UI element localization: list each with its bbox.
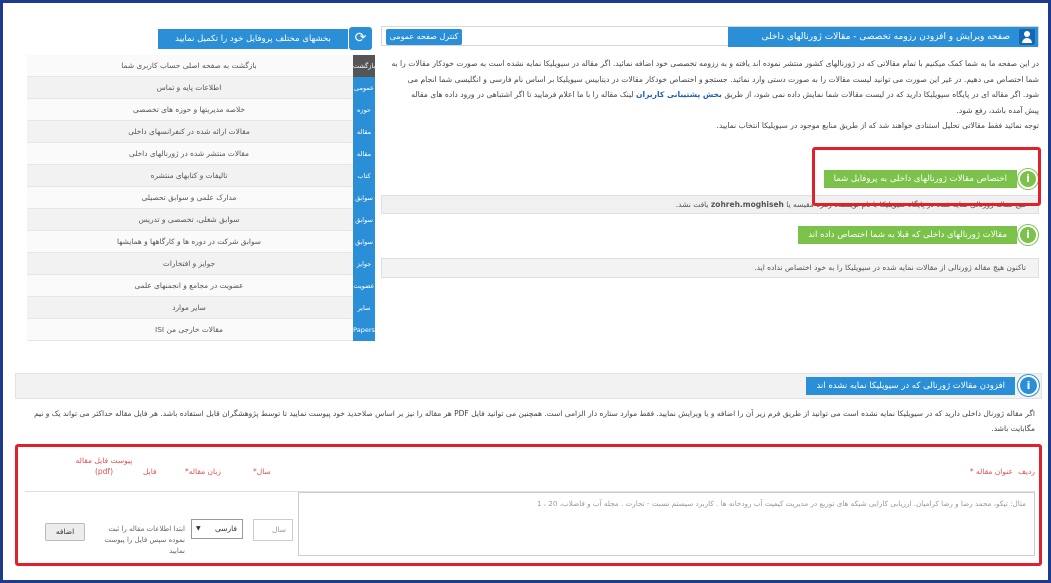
support-link[interactable]: بخش پشتیبانی کاربران (636, 90, 722, 99)
previous-section-header: i مقالات ژورنالهای داخلی که قبلا به شما … (381, 224, 1039, 246)
previous-section-label: مقالات ژورنالهای داخلی که قبلا به شما اخ… (798, 226, 1017, 244)
sidebar-item-expertise[interactable]: حوزه خلاصه مدیریتها و حوزه های تخصصی (27, 99, 375, 121)
intro-line: توجه نمائید فقط مقالاتی تحلیل استنادی خو… (716, 121, 1039, 130)
sidebar-header: بخشهای مختلف پروفایل خود را تکمیل نمایید… (16, 26, 372, 52)
sidebar-item-other[interactable]: سایر سایر موارد (27, 297, 375, 319)
language-select[interactable]: فارسی ▼ (191, 519, 243, 539)
upload-note: ابتدا اطلاعات مقاله را ثبت نموده سپس فای… (104, 525, 185, 555)
col-row-label: ردیف (1018, 467, 1035, 476)
col-file-label: فایل (143, 467, 157, 476)
add-button[interactable]: اضافه (45, 523, 85, 541)
sidebar-title: بخشهای مختلف پروفایل خود را تکمیل نمایید (158, 29, 348, 49)
assigned-message: هیچ مقاله ژورنالی نمایه شده در پایگاه سی… (381, 195, 1039, 214)
add-articles-label: افزودن مقالات ژورنالی که در سیویلیکا نما… (806, 377, 1015, 395)
col-lang-label: زبان مقاله* (185, 467, 221, 476)
sidebar-item-general[interactable]: عمومی اطلاعات پایه و تماس (27, 77, 375, 99)
sidebar-item-label: سوابق شرکت در دوره ها و کارگاهها و همایش… (117, 237, 261, 246)
add-articles-header: i افزودن مقالات ژورنالی که در سیویلیکا ن… (15, 373, 1042, 399)
assigned-message-suffix: یافت نشد. (675, 200, 709, 209)
intro-line: شما اختصاص می دهیم. در غیر این صورت می ت… (407, 74, 1039, 84)
sidebar-item-label: خلاصه مدیریتها و حوزه های تخصصی (132, 105, 246, 114)
required-asterisk: * (969, 467, 974, 476)
sidebar-item-label: تالیفات و کتابهای منتشره (150, 171, 228, 180)
intro-text: در این صفحه ما به شما کمک میکنیم با تمام… (383, 56, 1039, 134)
sidebar-item-tag: مقاله (353, 143, 375, 165)
sidebar-item-work-history[interactable]: سوابق سوابق شغلی، تخصصی و تدریس (27, 209, 375, 231)
sidebar-item-label: اطلاعات پایه و تماس (156, 83, 222, 92)
intro-line-tail: لینک مقاله را با ما اعلام فرمایید تا اگر… (411, 90, 634, 99)
sidebar-item-label: سایر موارد (172, 303, 206, 312)
sidebar-item-tag: کتاب (353, 165, 375, 187)
sidebar-item-tag: حوزه (353, 99, 375, 121)
sidebar-item-label: مقالات ارائه شده در کنفرانسهای داخلی (128, 127, 250, 136)
info-icon: i (1018, 375, 1039, 396)
sidebar-item-tag: جوایز (353, 253, 375, 275)
sidebar-item-tag: Papers (353, 319, 375, 341)
col-title-label: عنوان مقاله * (970, 467, 1013, 476)
intro-line: شود. اگر مقاله ای در پایگاه سیویلیکا دار… (383, 87, 1039, 103)
col-year-label: سال* (253, 467, 271, 476)
sidebar-item-label: مقالات خارجی من ISI (155, 325, 223, 334)
year-input[interactable]: سال (253, 519, 293, 541)
sidebar-item-label: جوایز و افتخارات (162, 259, 216, 268)
sidebar-item-tag: سوابق (353, 187, 375, 209)
col-year-text: سال (256, 467, 271, 476)
intro-line-start: شود. اگر مقاله ای در پایگاه سیویلیکا دار… (724, 90, 1039, 99)
sidebar-item-journal-papers[interactable]: مقاله مقالات منتشر شده در ژورنالهای داخلی (27, 143, 375, 165)
col-title-text: عنوان مقاله (976, 467, 1013, 476)
user-icon (1019, 29, 1035, 45)
sidebar-item-tag: عضویت (353, 275, 375, 297)
sidebar-item-label: مقالات منتشر شده در ژورنالهای داخلی (129, 149, 249, 158)
sidebar-item-tag: عمومی (353, 77, 375, 99)
sidebar-item-label: سوابق شغلی، تخصصی و تدریس (138, 215, 240, 224)
form-input-row: مثال: تیکو، محمد رضا و رضا کرامیان. ارزی… (25, 491, 1035, 556)
language-select-value: فارسی (214, 524, 237, 533)
sidebar-item-workshops[interactable]: سوابق سوابق شرکت در دوره ها و کارگاهها و … (27, 231, 375, 253)
assigned-section-header: i اختصاص مقالات ژورنالهای داخلی به پروفا… (381, 168, 1039, 190)
sidebar-item-label: بازگشت به صفحه اصلی حساب کاربری شما (121, 61, 257, 70)
refresh-icon: ⟳ (349, 27, 372, 50)
sidebar-item-tag: سوابق (353, 209, 375, 231)
page-frame: صفحه ویرایش و افزودن رزومه تخصصی - مقالا… (0, 0, 1051, 583)
sidebar-item-conference-papers[interactable]: مقاله مقالات ارائه شده در کنفرانسهای داخل… (27, 121, 375, 143)
assigned-message-email: zohreh.moghiseh (710, 200, 784, 209)
chevron-down-icon: ▼ (196, 525, 201, 532)
col-attach-label: پیوست فایل مقاله (pdf) (75, 456, 133, 476)
info-icon: i (1018, 225, 1038, 245)
sidebar-item-memberships[interactable]: عضویت عضویت در مجامع و انجمنهای علمی (27, 275, 375, 297)
add-articles-description: اگر مقاله ژورنال داخلی دارید که در سیویل… (34, 409, 1035, 433)
sidebar-item-tag: سوابق (353, 231, 375, 253)
form-header-row: ردیف عنوان مقاله * سال* زبان مقاله* فایل… (25, 455, 1035, 485)
sidebar-item-tag: مقاله (353, 121, 375, 143)
assigned-message-prefix: هیچ مقاله ژورنالی نمایه شده در پایگاه سی… (786, 200, 1026, 209)
previous-message: تاکنون هیچ مقاله ژورنالی از مقالات نمایه… (381, 258, 1039, 278)
page-title: صفحه ویرایش و افزودن رزومه تخصصی - مقالا… (728, 27, 1038, 47)
control-public-page-button[interactable]: کنترل صفحه عمومی (386, 29, 462, 45)
sidebar-item-label: عضویت در مجامع و انجمنهای علمی (134, 281, 244, 290)
sidebar-item-tag: بازگشت (353, 55, 375, 77)
sidebar-item-isi-papers[interactable]: Papers مقالات خارجی من ISI (27, 319, 375, 341)
sidebar-item-tag: سایر (353, 297, 375, 319)
sidebar-list: بازگشت بازگشت به صفحه اصلی حساب کاربری شم… (27, 55, 375, 341)
info-icon: i (1018, 169, 1038, 189)
intro-line: در این صفحه ما به شما کمک میکنیم با تمام… (391, 59, 1039, 68)
sidebar-item-education[interactable]: سوابق مدارک علمی و سوابق تحصیلی (27, 187, 375, 209)
intro-line: پیش آمده باشد، رفع شود. (956, 105, 1039, 115)
sidebar-item-books[interactable]: کتاب تالیفات و کتابهای منتشره (27, 165, 375, 187)
sidebar-item-awards[interactable]: جوایز جوایز و افتخارات (27, 253, 375, 275)
col-lang-text: زبان مقاله (188, 467, 222, 476)
assigned-section-label: اختصاص مقالات ژورنالهای داخلی به پروفایل… (823, 170, 1017, 188)
main-header: صفحه ویرایش و افزودن رزومه تخصصی - مقالا… (381, 26, 1039, 47)
sidebar-item-back[interactable]: بازگشت بازگشت به صفحه اصلی حساب کاربری شم… (27, 55, 375, 77)
article-title-input[interactable]: مثال: تیکو، محمد رضا و رضا کرامیان. ارزی… (298, 492, 1035, 556)
sidebar-item-label: مدارک علمی و سوابق تحصیلی (141, 193, 237, 202)
